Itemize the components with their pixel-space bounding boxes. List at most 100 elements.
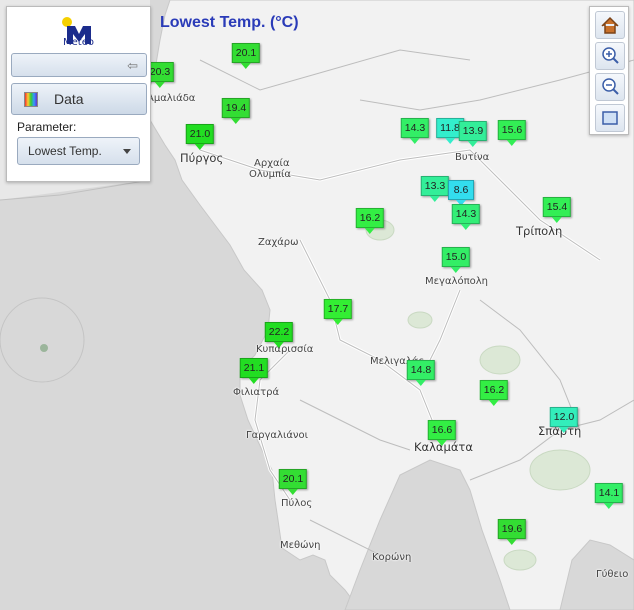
place-label: Ζαχάρω (258, 237, 299, 248)
control-panel: Meteo ⇦ Data Parameter: Lowest Temp. (6, 6, 151, 182)
zoom-in-button[interactable] (595, 42, 625, 70)
place-label: Γύθειο (596, 569, 629, 580)
zoom-out-icon (602, 78, 619, 95)
station-value: 19.4 (221, 98, 251, 118)
station-value: 22.2 (264, 322, 294, 342)
marker-pointer (231, 118, 241, 124)
station-value: 16.2 (355, 208, 385, 228)
data-button-label: Data (54, 91, 84, 107)
marker-pointer (507, 539, 517, 545)
station-marker[interactable]: 13.3 (420, 176, 450, 202)
station-marker[interactable]: 16.6 (427, 420, 457, 446)
station-value: 14.3 (451, 204, 481, 224)
place-label: Μεγαλόπολη (425, 276, 488, 287)
place-label: Κορώνη (372, 552, 412, 563)
marker-pointer (288, 489, 298, 495)
station-value: 15.6 (497, 120, 527, 140)
station-value: 20.1 (278, 469, 308, 489)
station-value: 15.4 (542, 197, 572, 217)
station-value: 17.7 (323, 299, 353, 319)
marker-pointer (249, 378, 259, 384)
station-marker[interactable]: 20.1 (278, 469, 308, 495)
station-value: 12.0 (549, 407, 579, 427)
station-marker[interactable]: 14.1 (594, 483, 624, 509)
marker-pointer (461, 224, 471, 230)
station-value: 14.1 (594, 483, 624, 503)
place-label: Αρχαία (254, 158, 290, 169)
home-button[interactable] (595, 11, 625, 39)
marker-pointer (274, 342, 284, 348)
marker-pointer (552, 217, 562, 223)
marker-pointer (559, 427, 569, 433)
marker-pointer (155, 82, 165, 88)
place-label: Πύργος (180, 151, 224, 165)
station-marker[interactable]: 22.2 (264, 322, 294, 348)
place-label: Πύλος (281, 498, 313, 509)
place-label: Φιλιατρά (233, 387, 280, 398)
station-value: 13.9 (458, 121, 488, 141)
home-icon (601, 16, 619, 34)
marker-pointer (416, 380, 426, 386)
marker-pointer (241, 63, 251, 69)
station-marker[interactable]: 14.8 (406, 360, 436, 386)
station-marker[interactable]: 15.4 (542, 197, 572, 223)
marker-pointer (333, 319, 343, 325)
station-marker[interactable]: 13.9 (458, 121, 488, 147)
marker-pointer (410, 138, 420, 144)
marker-pointer (489, 400, 499, 406)
chevron-down-icon (123, 149, 131, 154)
place-label: Αμαλιάδα (147, 93, 196, 104)
station-marker[interactable]: 12.0 (549, 407, 579, 433)
station-marker[interactable]: 14.3 (451, 204, 481, 230)
station-value: 16.2 (479, 380, 509, 400)
map-title: Lowest Temp. (°C) (160, 14, 299, 31)
marker-pointer (195, 144, 205, 150)
place-label: Βυτίνα (455, 152, 490, 163)
station-value: 19.6 (497, 519, 527, 539)
station-marker[interactable]: 8.6 (448, 180, 474, 206)
station-marker[interactable]: 16.2 (355, 208, 385, 234)
marker-pointer (430, 196, 440, 202)
station-marker[interactable]: 16.2 (479, 380, 509, 406)
marker-pointer (451, 267, 461, 273)
extent-icon (602, 111, 618, 125)
station-marker[interactable]: 17.7 (323, 299, 353, 325)
station-marker[interactable]: 21.1 (239, 358, 269, 384)
station-value: 16.6 (427, 420, 457, 440)
station-value: 14.8 (406, 360, 436, 380)
station-marker[interactable]: 15.6 (497, 120, 527, 146)
marker-pointer (365, 228, 375, 234)
zoom-in-icon (602, 47, 619, 64)
time-slider[interactable]: ⇦ (11, 53, 147, 77)
parameter-value: Lowest Temp. (28, 144, 102, 158)
station-marker[interactable]: 14.3 (400, 118, 430, 144)
zoom-out-button[interactable] (595, 73, 625, 101)
marker-pointer (468, 141, 478, 147)
place-label: Ολυμπία (249, 169, 291, 180)
place-label: Γαργαλιάνοι (246, 430, 309, 441)
station-value: 20.1 (231, 43, 261, 63)
marker-pointer (507, 140, 517, 146)
marker-pointer (444, 138, 455, 144)
full-extent-button[interactable] (595, 104, 625, 132)
place-label: Μεθώνη (280, 540, 321, 551)
data-button[interactable]: Data (11, 83, 147, 115)
station-value: 21.0 (185, 124, 215, 144)
station-marker[interactable]: 19.4 (221, 98, 251, 124)
station-value: 13.3 (420, 176, 450, 196)
station-value: 14.3 (400, 118, 430, 138)
station-marker[interactable]: 20.1 (231, 43, 261, 69)
parameter-select[interactable]: Lowest Temp. (17, 137, 140, 165)
station-marker[interactable]: 19.6 (497, 519, 527, 545)
station-marker[interactable]: 15.0 (441, 247, 471, 273)
station-value: 8.6 (448, 180, 474, 200)
slider-handle-icon[interactable]: ⇦ (127, 58, 138, 74)
map-toolbar (589, 6, 629, 135)
station-value: 21.1 (239, 358, 269, 378)
station-value: 15.0 (441, 247, 471, 267)
station-marker[interactable]: 21.0 (185, 124, 215, 150)
marker-pointer (604, 503, 614, 509)
place-label: Τρίπολη (516, 224, 563, 238)
parameter-label: Parameter: (17, 120, 77, 134)
logo-text: Meteo (63, 37, 94, 48)
